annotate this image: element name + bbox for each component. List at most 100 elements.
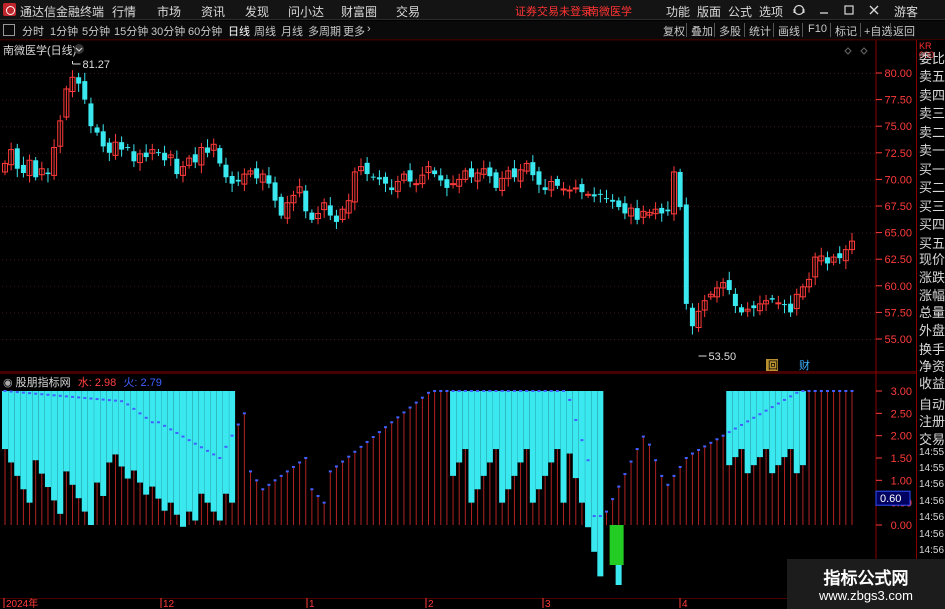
- candle: [364, 157, 370, 182]
- tool-multi-stock[interactable]: 多股: [719, 23, 741, 39]
- candle: [456, 173, 463, 194]
- quote-field-label[interactable]: 注册: [919, 411, 945, 430]
- candle: [205, 139, 211, 158]
- indicator-bar: [604, 510, 608, 525]
- chart-nav-icons[interactable]: [843, 46, 871, 56]
- menu-item-discover[interactable]: 发现: [245, 3, 269, 20]
- guest-button[interactable]: 游客: [894, 3, 918, 20]
- candle: [536, 166, 542, 194]
- candlestick-chart[interactable]: 81.27 53.50 回 财 80.00 77.50 75.00 72.50 70.00 67…: [0, 40, 916, 372]
- quote-field-label[interactable]: 交易: [919, 429, 945, 448]
- menu-item-trade[interactable]: 交易: [396, 3, 420, 20]
- tool-stats[interactable]: 统计: [749, 23, 771, 39]
- period-multi[interactable]: 多周期: [308, 23, 341, 39]
- indicator-toggle-icon[interactable]: ◉: [3, 377, 13, 389]
- maximize-icon[interactable]: [843, 4, 855, 16]
- tool-overlay[interactable]: 叠加: [691, 23, 713, 39]
- review-badge[interactable]: 回: [766, 359, 778, 372]
- finance-badge[interactable]: 财: [799, 358, 810, 372]
- low-price-label: 53.50: [709, 351, 737, 363]
- tick-time-label: 14:56: [919, 496, 945, 507]
- candle: [186, 154, 193, 169]
- chevron-right-icon[interactable]: ›: [367, 23, 371, 35]
- indicator-bar: [267, 483, 271, 525]
- indicator-bar: [572, 391, 579, 525]
- menu-item-options[interactable]: 选项: [759, 3, 783, 20]
- indicator-bar: [14, 391, 21, 525]
- candle: [438, 168, 444, 187]
- divider: [890, 23, 891, 37]
- tool-draw[interactable]: 画线: [778, 23, 800, 39]
- high-price-label: 81.27: [83, 59, 111, 71]
- indicator-legend: ◉ 股朋指标网 水: 2.98 火: 2.79: [3, 374, 162, 390]
- indicator-bar: [118, 391, 125, 525]
- indicator-bar: [112, 391, 119, 525]
- period-more[interactable]: 更多: [343, 23, 365, 39]
- tick-time-label: 14:55: [919, 463, 945, 474]
- indicator-name[interactable]: 股朋指标网: [16, 377, 71, 389]
- indicator-bar: [161, 391, 168, 525]
- indicator-bar: [585, 391, 592, 528]
- period-daily[interactable]: 日线: [228, 23, 250, 39]
- indicator-bar: [347, 455, 351, 525]
- candle: [640, 205, 647, 225]
- menu-item-layout[interactable]: 版面: [697, 3, 721, 20]
- price-tick-label: 67.50: [884, 201, 912, 213]
- period-15min[interactable]: 15分钟: [114, 23, 148, 39]
- candle: [665, 201, 671, 216]
- candle: [217, 144, 223, 167]
- minimize-icon[interactable]: [818, 4, 830, 16]
- candle: [548, 175, 555, 198]
- candle: [100, 124, 106, 153]
- indicator-bar: [623, 473, 627, 525]
- layout-toggle-icon[interactable]: [3, 24, 15, 36]
- period-60min[interactable]: 60分钟: [188, 23, 222, 39]
- period-30min[interactable]: 30分钟: [151, 23, 185, 39]
- price-axis: 80.00 77.50 75.00 72.50 70.00 67.50 65.00 62.50…: [876, 68, 912, 346]
- tool-adjust[interactable]: 复权: [663, 23, 685, 39]
- candle: [339, 206, 346, 223]
- login-warning[interactable]: 证券交易未登录: [515, 3, 592, 19]
- candle: [701, 294, 708, 318]
- indicator-bar: [87, 391, 94, 525]
- quote-info-panel: KR 000 委比 卖五 卖四 卖三 卖二 卖一 买一 买二 买三 买四 买五 现价 涨跌 涨幅 总量 外盘 换手…: [916, 40, 945, 609]
- indicator-bar: [819, 390, 823, 525]
- indicator-chart[interactable]: 3.002.502.001.501.000.500.000.60: [0, 372, 916, 600]
- tool-back[interactable]: 返回: [893, 23, 915, 39]
- app-logo-icon: [3, 3, 16, 16]
- menu-item-wealth-circle[interactable]: 财富圈: [341, 3, 377, 20]
- tool-mark[interactable]: 标记: [835, 23, 857, 39]
- period-1min[interactable]: 1分钟: [50, 23, 78, 39]
- menu-item-market[interactable]: 市场: [157, 3, 181, 20]
- period-intraday[interactable]: 分时: [22, 23, 44, 39]
- menu-item-function[interactable]: 功能: [666, 3, 690, 20]
- indicator-bar: [445, 390, 449, 525]
- menu-item-formula[interactable]: 公式: [728, 3, 752, 20]
- candle: [799, 283, 806, 301]
- candle: [788, 295, 794, 317]
- green-signal-bar: [609, 525, 624, 585]
- indicator-bar: [732, 391, 739, 525]
- tool-f10[interactable]: F10: [808, 23, 827, 35]
- candle: [450, 175, 457, 189]
- quote-field-label: 外盘: [919, 323, 945, 338]
- chevron-down-icon[interactable]: [73, 43, 85, 55]
- tool-add-watchlist[interactable]: +自选: [864, 23, 892, 39]
- menu-item-news[interactable]: 资讯: [201, 3, 225, 20]
- indicator-bar: [198, 391, 205, 525]
- menu-item-ask[interactable]: 问小达: [288, 3, 324, 20]
- period-5min[interactable]: 5分钟: [82, 23, 110, 39]
- period-weekly[interactable]: 周线: [254, 23, 276, 39]
- indicator-bar: [617, 485, 621, 525]
- indicator-bar: [678, 465, 682, 525]
- close-icon[interactable]: [868, 4, 880, 16]
- period-monthly[interactable]: 月线: [281, 23, 303, 39]
- candle: [315, 206, 322, 225]
- divider: [802, 23, 803, 37]
- indicator-bar: [359, 445, 363, 525]
- indicator-bar: [793, 391, 800, 525]
- support-icon[interactable]: [793, 4, 805, 16]
- candle: [2, 160, 8, 176]
- menu-item-market-quotes[interactable]: 行情: [112, 3, 136, 20]
- quote-field-label: 委比: [919, 51, 945, 66]
